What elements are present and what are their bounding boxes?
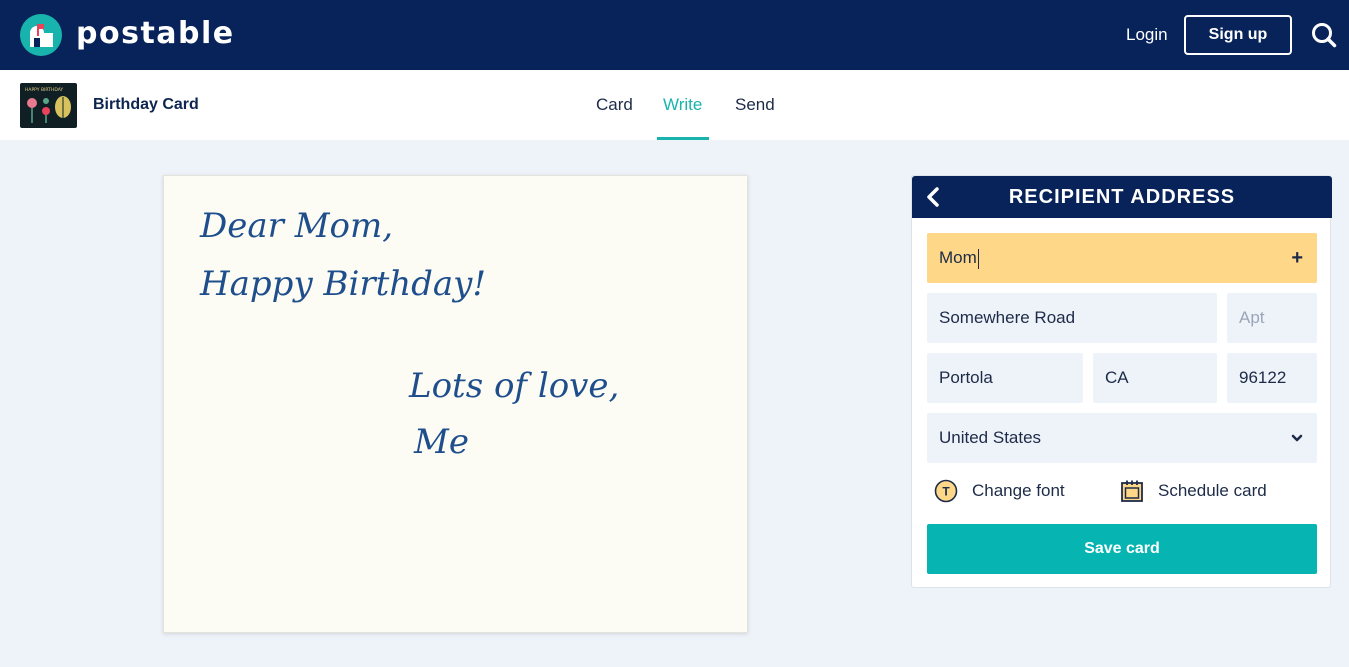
change-font-label: Change font bbox=[972, 481, 1065, 500]
country-select[interactable]: United States bbox=[927, 413, 1317, 463]
calendar-icon bbox=[1121, 480, 1143, 502]
font-icon: T bbox=[934, 479, 958, 503]
panel-header: RECIPIENT ADDRESS bbox=[912, 176, 1332, 218]
message-line: Happy Birthday! bbox=[200, 264, 487, 304]
thumbnail-text: HAPPY BIRTHDAY bbox=[25, 87, 63, 93]
search-icon[interactable] bbox=[1311, 22, 1337, 48]
svg-text:T: T bbox=[942, 485, 950, 499]
tab-card[interactable]: Card bbox=[596, 95, 633, 115]
message-line: Dear Mom, bbox=[200, 206, 394, 246]
mailbox-logo-icon[interactable] bbox=[20, 14, 62, 56]
zip-input[interactable]: 96122 bbox=[1227, 353, 1317, 403]
message-line: Me bbox=[414, 422, 469, 462]
card-title: Birthday Card bbox=[93, 96, 199, 113]
change-font-button[interactable]: T Change font bbox=[934, 478, 1084, 504]
chevron-down-icon bbox=[1291, 434, 1303, 442]
schedule-card-label: Schedule card bbox=[1158, 481, 1267, 500]
country-value: United States bbox=[939, 428, 1042, 447]
brand-name[interactable]: postable bbox=[76, 14, 235, 54]
recipient-name-input[interactable]: Mom + bbox=[927, 233, 1317, 283]
recipient-address-panel: RECIPIENT ADDRESS Mom + Somewhere Road A… bbox=[911, 175, 1332, 588]
active-tab-indicator bbox=[657, 137, 709, 140]
panel-title: RECIPIENT ADDRESS bbox=[1008, 186, 1236, 208]
city-input[interactable]: Portola bbox=[927, 353, 1083, 403]
save-card-button[interactable]: Save card bbox=[927, 524, 1317, 574]
apt-input[interactable]: Apt bbox=[1227, 293, 1317, 343]
text-caret bbox=[977, 248, 979, 269]
tab-send[interactable]: Send bbox=[735, 95, 775, 115]
card-thumbnail[interactable]: HAPPY BIRTHDAY bbox=[20, 83, 77, 128]
signup-button[interactable]: Sign up bbox=[1184, 15, 1292, 55]
top-navbar: postable Login Sign up bbox=[0, 0, 1349, 70]
state-input[interactable]: CA bbox=[1093, 353, 1217, 403]
card-message-area[interactable]: Dear Mom, Happy Birthday! Lots of love, … bbox=[163, 175, 748, 633]
card-subheader: HAPPY BIRTHDAY Birthday Card Card Write … bbox=[0, 70, 1349, 140]
message-line: Lots of love, bbox=[409, 366, 620, 406]
schedule-card-button[interactable]: Schedule card bbox=[1120, 478, 1280, 504]
street-input[interactable]: Somewhere Road bbox=[927, 293, 1217, 343]
add-recipient-icon[interactable]: + bbox=[1291, 233, 1303, 283]
tab-write[interactable]: Write bbox=[663, 95, 702, 115]
recipient-name-value: Mom bbox=[939, 248, 977, 267]
login-link[interactable]: Login bbox=[1126, 24, 1168, 46]
